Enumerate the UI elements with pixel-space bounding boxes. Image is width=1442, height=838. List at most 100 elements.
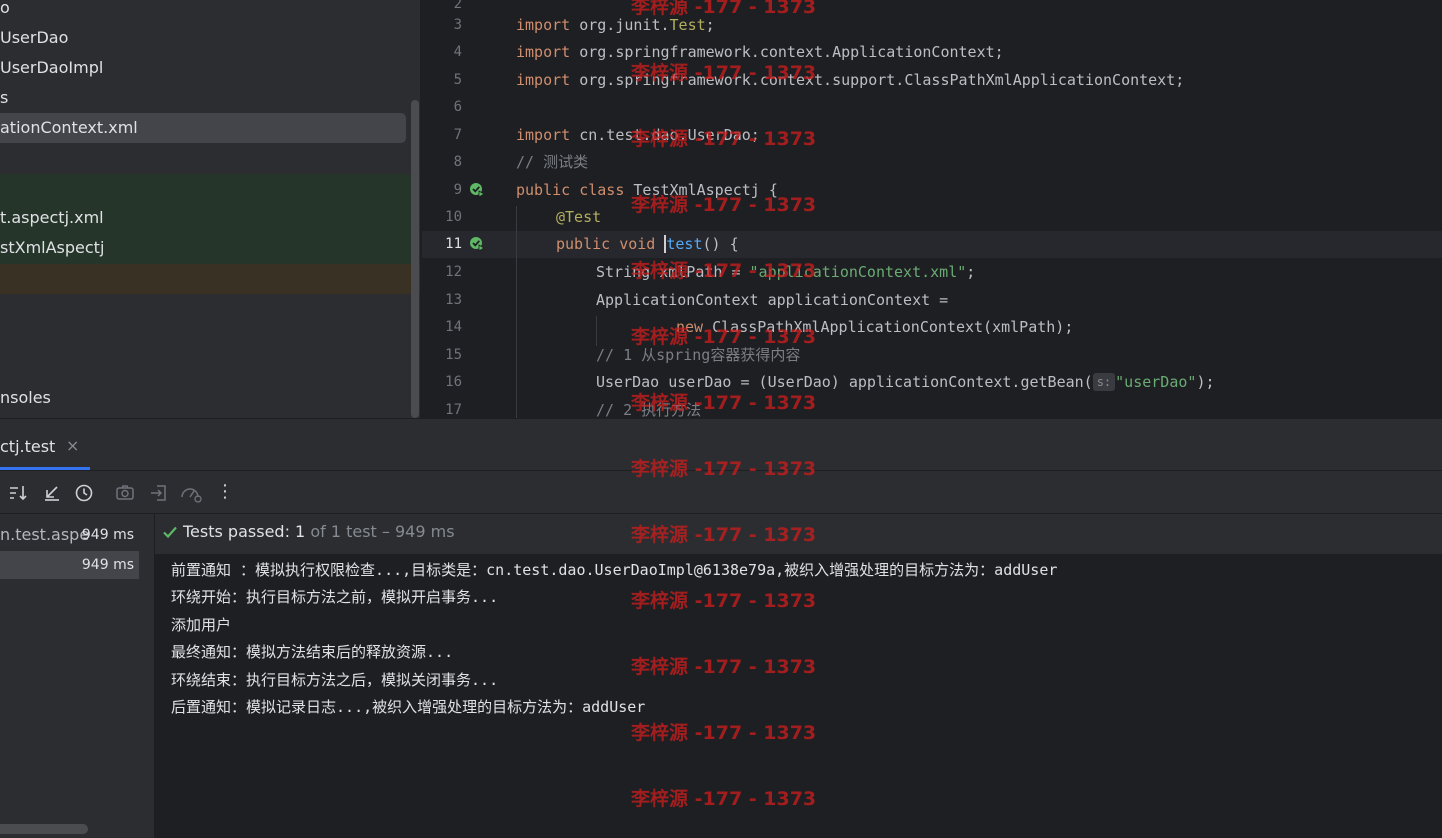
line-number: 3 [453, 17, 462, 33]
more-icon[interactable]: ⋮ [216, 481, 234, 502]
passed-count: 1 [295, 522, 306, 541]
tree-item[interactable]: o [0, 0, 10, 23]
code-line: 14 new ClassPathXmlApplicationContext(xm… [422, 314, 1442, 341]
tree-item-userdaoimpl[interactable]: UserDaoImpl [0, 53, 103, 83]
tree-item[interactable]: s [0, 83, 8, 113]
code-line: 15 // 1 从spring容器获得内容 [422, 342, 1442, 369]
excluded-folder-highlight [0, 264, 420, 294]
console-line: 前置通知 ：模拟执行权限检查...,目标类是：cn.test.dao.UserD… [171, 561, 1058, 579]
close-icon[interactable]: × [66, 436, 79, 455]
annotation: @Test [556, 208, 602, 226]
import-icon[interactable] [149, 483, 169, 503]
test-duration: 949 ms [81, 557, 134, 573]
tree-item-consoles[interactable]: nsoles [0, 383, 51, 413]
keyword: public void [556, 235, 656, 253]
tree-item-aspectj-xml[interactable]: t.aspectj.xml [0, 203, 104, 233]
test-results-tree: n.test.aspe 949 ms 949 ms [0, 514, 154, 838]
keyword: public class [516, 181, 625, 199]
screenshot-icon[interactable] [115, 483, 135, 503]
code-line: 13 ApplicationContext applicationContext… [422, 287, 1442, 314]
code-text: String xmlPath = [596, 263, 750, 281]
code-line: 17 // 2 执行方法 [422, 397, 1442, 418]
string-literal: "applicationContext.xml" [749, 263, 967, 281]
code-line: 3 import org.junit.Test; [422, 12, 1442, 39]
line-number: 8 [453, 154, 462, 170]
code-line: 9 public class TestXmlAspectj { [422, 177, 1442, 204]
class-ref: Test [669, 16, 706, 34]
keyword: import [516, 126, 571, 144]
status-detail: of 1 test – 949 ms [305, 522, 455, 541]
line-number: 5 [453, 72, 462, 88]
history-icon[interactable] [74, 483, 94, 503]
run-test-class-icon[interactable] [469, 182, 485, 198]
code-line: 10 @Test [422, 204, 1442, 231]
tree-scrollbar[interactable] [411, 100, 419, 418]
comment: // 测试类 [516, 153, 589, 171]
code-text: TestXmlAspectj { [624, 181, 778, 199]
console-line: 环绕开始：执行目标方法之前，模拟开启事务... [171, 588, 499, 606]
keyword: import [516, 16, 571, 34]
line-number: 12 [445, 264, 462, 280]
tree-item-label: stXmlAspectj [0, 238, 105, 257]
parameter-hint: s: [1092, 373, 1116, 391]
code-line: 4 import org.springframework.context.App… [422, 39, 1442, 66]
run-test-method-icon[interactable] [469, 236, 485, 252]
line-number: 9 [453, 182, 462, 198]
console-output[interactable]: Tests passed: 1 of 1 test – 949 ms 前置通知 … [154, 514, 1442, 838]
tree-item-label: UserDao [0, 28, 69, 47]
code-text: cn.test.dao.UserDao; [570, 126, 760, 144]
tree-item-testxmlaspectj[interactable]: stXmlAspectj [0, 233, 104, 263]
code-text: org.junit. [570, 16, 670, 34]
code-line: 11 public void test() { [422, 231, 1442, 258]
code-line: 16 UserDao userDao = (UserDao) applicati… [422, 369, 1442, 396]
code-text: ; [966, 263, 976, 281]
keyword: import [516, 43, 571, 61]
line-number: 7 [453, 127, 462, 143]
line-number: 17 [445, 402, 462, 418]
code-line: 8 // 测试类 [422, 149, 1442, 176]
line-number: 10 [445, 209, 462, 225]
code-text: ; [705, 16, 715, 34]
method-name: test [664, 235, 703, 253]
code-text: ClassPathXmlApplicationContext(xmlPath); [703, 318, 1074, 336]
test-suite-label: n.test.aspe [0, 525, 90, 544]
code-text: ); [1196, 373, 1215, 391]
code-text: org.springframework.context.ApplicationC… [570, 43, 1004, 61]
test-tree-row-selected[interactable]: 949 ms [0, 551, 139, 579]
code-text: () { [702, 235, 739, 253]
test-tree-row[interactable]: n.test.aspe 949 ms [0, 521, 148, 549]
code-editor[interactable]: 2 3 import org.junit.Test; 4 import org.… [422, 0, 1442, 418]
console-line: 添加用户 [171, 616, 232, 634]
code-text: org.springframework.context.support.Clas… [570, 71, 1185, 89]
line-number: 14 [445, 319, 462, 335]
test-status-bar: Tests passed: 1 of 1 test – 949 ms [155, 514, 1442, 554]
tree-item-label: UserDaoImpl [0, 58, 104, 77]
run-tab-label[interactable]: ctj.test [0, 437, 55, 456]
coverage-icon[interactable] [180, 483, 202, 503]
horizontal-scrollbar[interactable] [0, 824, 88, 834]
tree-item-userdao[interactable]: UserDao [0, 23, 68, 53]
tree-item-label: t.aspectj.xml [0, 208, 104, 227]
collapse-icon[interactable] [42, 483, 62, 503]
check-icon [161, 523, 179, 541]
code-text: ApplicationContext applicationContext = [596, 291, 949, 309]
code-line: 12 String xmlPath = "applicationContext.… [422, 259, 1442, 286]
tree-item-label: o [0, 0, 10, 17]
project-tree: o UserDao UserDaoImpl s ationContext.xml… [0, 0, 420, 418]
tree-item-label: ationContext.xml [0, 118, 138, 137]
code-line: 5 import org.springframework.context.sup… [422, 67, 1442, 94]
console-line: 后置通知：模拟记录日志...,被织入增强处理的目标方法为：addUser [171, 698, 646, 716]
line-number: 6 [453, 99, 462, 115]
run-toolbar: ⋮ [0, 470, 1442, 514]
sort-icon[interactable] [8, 483, 28, 503]
tree-item-label: s [0, 88, 9, 107]
string-literal: "userDao" [1115, 373, 1197, 391]
line-number: 16 [445, 374, 462, 390]
comment: // 1 从spring容器获得内容 [596, 346, 801, 364]
test-status-text: Tests passed: 1 of 1 test – 949 ms [183, 522, 455, 541]
tree-item-applicationcontext-xml[interactable]: ationContext.xml [0, 113, 406, 143]
console-line: 环绕结束：执行目标方法之后，模拟关闭事务... [171, 671, 499, 689]
status-label: Tests passed: [183, 522, 296, 541]
line-number: 15 [445, 347, 462, 363]
line-number: 13 [445, 292, 462, 308]
